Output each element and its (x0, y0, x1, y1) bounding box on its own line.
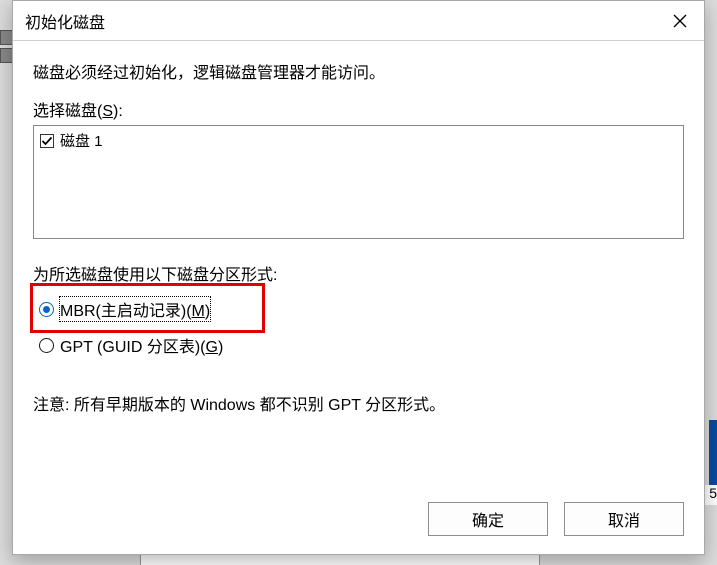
close-icon (673, 14, 687, 28)
mbr-label-post: ) (205, 303, 210, 320)
mbr-label-pre: MBR(主启动记录)( (60, 303, 192, 320)
disk-label: 磁盘 1 (60, 130, 103, 151)
ok-button[interactable]: 确定 (428, 502, 548, 536)
select-disk-label: 选择磁盘(S): (33, 97, 684, 121)
disk-checkbox[interactable] (40, 134, 54, 148)
intro-text: 磁盘必须经过初始化，逻辑磁盘管理器才能访问。 (33, 59, 684, 83)
check-icon (41, 135, 53, 147)
mbr-radio[interactable] (39, 302, 54, 317)
radio-row-gpt[interactable]: GPT (GUID 分区表)(G) (33, 333, 684, 357)
titlebar: 初始化磁盘 (13, 1, 704, 41)
partition-style-radio-group: MBR(主启动记录)(M) GPT (GUID 分区表)(G) (33, 297, 684, 369)
mbr-label-hotkey: M (192, 303, 205, 320)
select-label-pre: 选择磁盘( (33, 103, 102, 120)
note-text: 注意: 所有早期版本的 Windows 都不识别 GPT 分区形式。 (33, 391, 684, 415)
close-button[interactable] (656, 1, 704, 41)
gpt-label-hotkey: G (205, 339, 217, 356)
initialize-disk-dialog: 初始化磁盘 磁盘必须经过初始化，逻辑磁盘管理器才能访问。 选择磁盘(S): 磁盘… (12, 0, 705, 555)
list-item[interactable]: 磁盘 1 (40, 130, 677, 151)
dialog-title: 初始化磁盘 (25, 9, 105, 33)
dialog-buttons: 确定 取消 (13, 490, 704, 554)
radio-row-mbr[interactable]: MBR(主启动记录)(M) (33, 297, 684, 321)
gpt-label-post: ) (218, 339, 223, 356)
disk-listbox[interactable]: 磁盘 1 (33, 125, 684, 239)
gpt-radio[interactable] (39, 338, 54, 353)
mbr-radio-label: MBR(主启动记录)(M) (60, 297, 210, 321)
cancel-button[interactable]: 取消 (564, 502, 684, 536)
gpt-label-pre: GPT (GUID 分区表)( (60, 339, 205, 356)
select-label-hotkey: S (102, 103, 113, 120)
partition-style-label: 为所选磁盘使用以下磁盘分区形式: (33, 261, 684, 285)
background-right (709, 420, 717, 490)
dialog-content: 磁盘必须经过初始化，逻辑磁盘管理器才能访问。 选择磁盘(S): 磁盘 1 为所选… (13, 41, 704, 490)
gpt-radio-label: GPT (GUID 分区表)(G) (60, 333, 223, 357)
background-corner: 5 (703, 485, 717, 505)
select-label-post: ): (113, 103, 123, 120)
